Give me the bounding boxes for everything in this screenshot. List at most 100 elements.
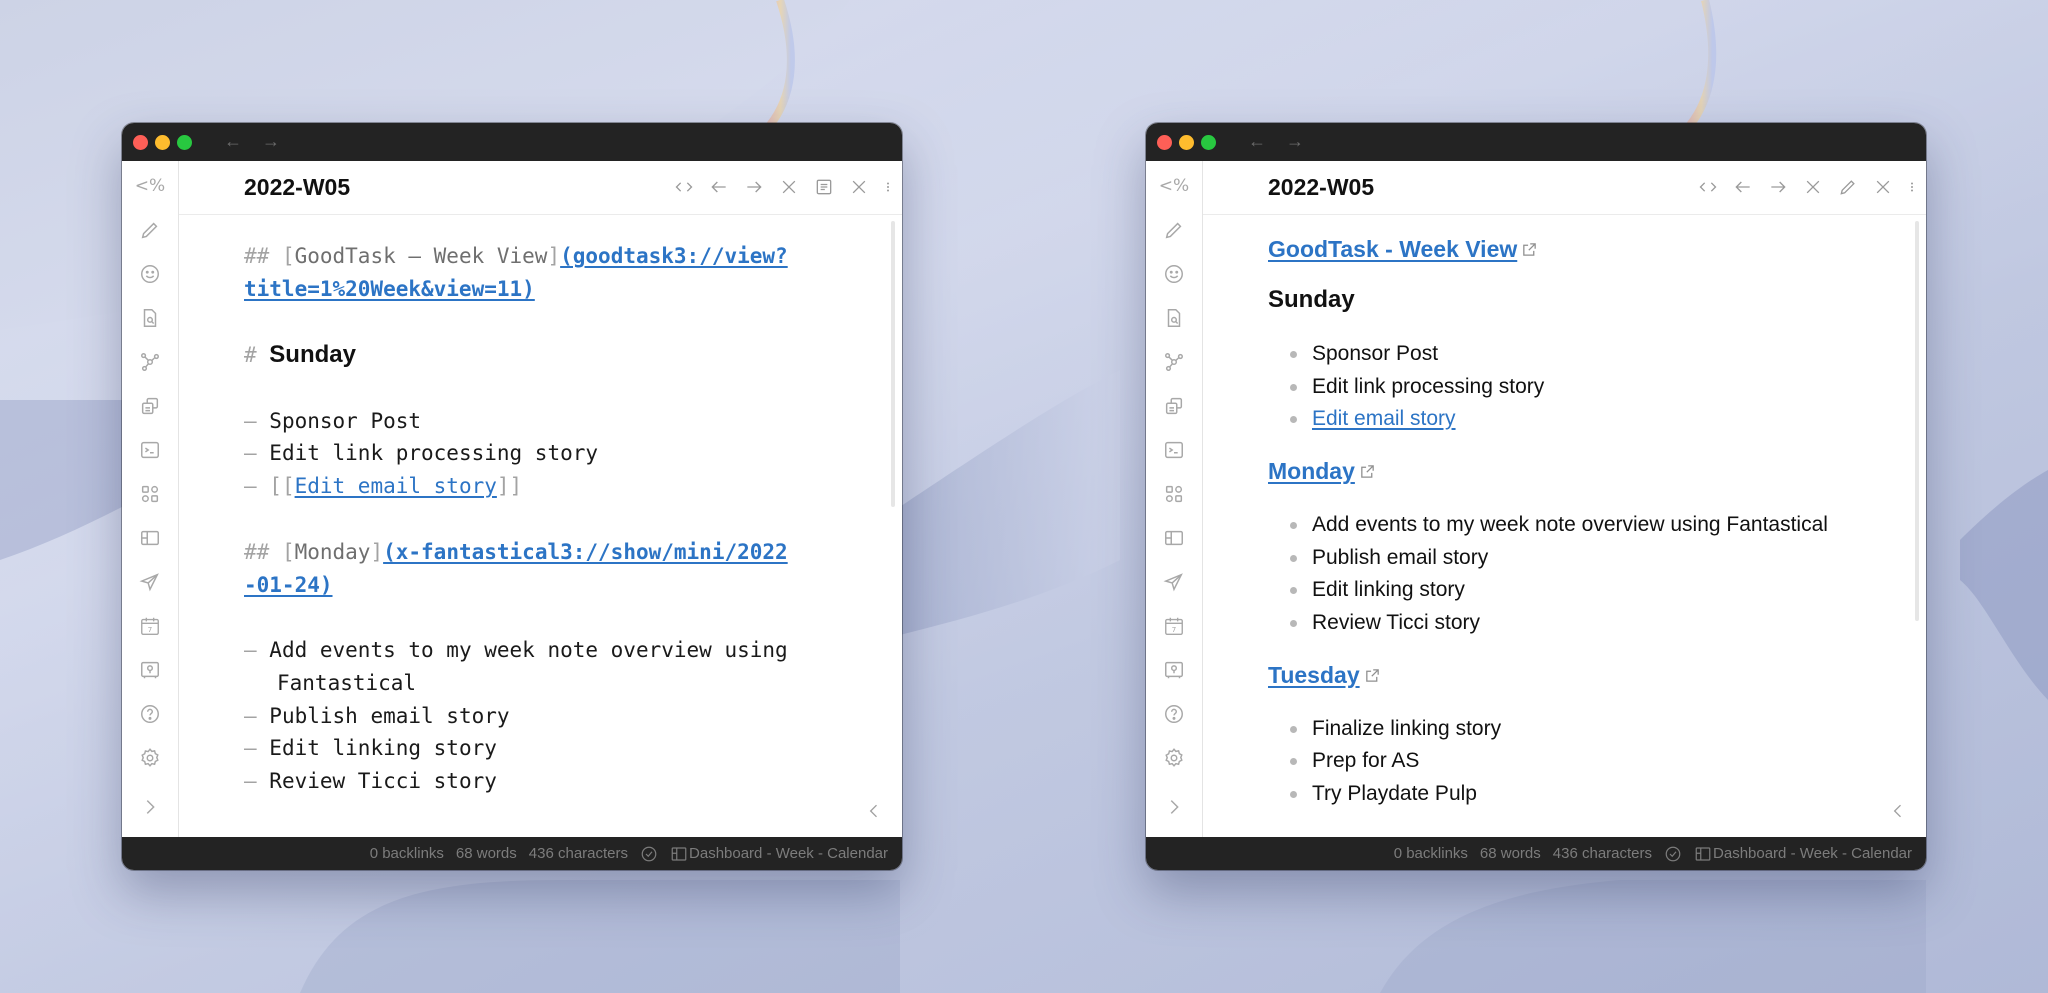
note-pane: 2022-W05 ## [GoodTask – Week View](goodt… [179, 161, 902, 837]
scrollbar[interactable] [1915, 221, 1919, 621]
bullet [1290, 555, 1297, 562]
goodtask-url-link[interactable]: (goodtask3://view? [560, 244, 788, 268]
source-line-goodtask: ## [GoodTask – Week View](goodtask3://vi… [244, 244, 788, 268]
source-line-monday: ## [Monday](x-fantastical3://show/mini/2… [244, 540, 788, 564]
file-search-icon[interactable] [138, 306, 162, 330]
maximize-window-button[interactable] [1201, 135, 1216, 150]
close-pane-icon[interactable] [847, 175, 871, 199]
list-item: – Publish email story [244, 704, 510, 728]
close-icon[interactable] [777, 175, 801, 199]
fantastical-url-link[interactable]: (x-fantastical3://show/mini/2022 [383, 540, 788, 564]
note-header: 2022-W05 [179, 161, 902, 215]
arrow-left-icon[interactable] [707, 175, 731, 199]
wikilink-edit-email-story[interactable]: Edit email story [295, 474, 497, 498]
smiley-icon[interactable] [1162, 262, 1186, 286]
close-icon[interactable] [1801, 175, 1825, 199]
copy-icon[interactable] [1162, 394, 1186, 418]
code-toggle-icon[interactable] [1696, 175, 1720, 199]
list-item: Finalize linking story [1290, 714, 1501, 744]
bullet [1290, 791, 1297, 798]
send-icon[interactable] [1162, 570, 1186, 594]
terminal-icon[interactable] [1162, 438, 1186, 462]
smiley-icon[interactable] [138, 262, 162, 286]
goodtask-week-view-link[interactable]: GoodTask - Week View [1268, 236, 1517, 262]
bullet [1290, 522, 1297, 529]
heading-goodtask: GoodTask - Week View [1268, 234, 1538, 266]
goodtask-url-link-cont[interactable]: title=1%20Week&view=11) [244, 277, 535, 301]
expand-sidebar-icon[interactable] [138, 795, 162, 819]
nav-back-button[interactable]: ← [224, 131, 242, 151]
word-count: 68 words [1479, 845, 1541, 862]
external-link-icon [1359, 459, 1376, 478]
layout-icon [670, 845, 688, 863]
monday-link[interactable]: Monday [1268, 458, 1355, 484]
workspace-layout-button[interactable]: Dashboard - Week - Calendar [670, 845, 888, 863]
list-item: Edit link processing story [1290, 372, 1544, 402]
reading-view-icon[interactable] [812, 175, 836, 199]
arrow-right-icon[interactable] [742, 175, 766, 199]
more-options-icon[interactable] [882, 175, 894, 199]
settings-icon[interactable] [1162, 746, 1186, 770]
pencil-icon[interactable] [138, 218, 162, 242]
bullet [1290, 758, 1297, 765]
ribbon-sidebar: <% 7 [1146, 161, 1203, 837]
code-toggle-icon[interactable] [672, 175, 696, 199]
nav-forward-button[interactable]: → [262, 131, 280, 151]
editor-window-source: ← → <% 7 2022-W05 ## [GoodTask – Week Vi… [122, 123, 902, 870]
fantastical-url-link-cont[interactable]: -01-24) [244, 573, 333, 597]
edit-pencil-icon[interactable] [1836, 175, 1860, 199]
source-heading-sunday: # Sunday [244, 341, 356, 368]
close-pane-icon[interactable] [1871, 175, 1895, 199]
arrow-right-icon[interactable] [1766, 175, 1790, 199]
minimize-window-button[interactable] [155, 135, 170, 150]
apps-icon[interactable] [1162, 482, 1186, 506]
calendar-icon[interactable]: 7 [138, 614, 162, 638]
minimize-window-button[interactable] [1179, 135, 1194, 150]
titlebar: ← → [122, 123, 902, 161]
list-item: – Review Ticci story [244, 769, 497, 793]
send-icon[interactable] [138, 570, 162, 594]
workspace-layout-button[interactable]: Dashboard - Week - Calendar [1694, 845, 1912, 863]
tuesday-link[interactable]: Tuesday [1268, 662, 1360, 688]
collapse-right-panel-icon[interactable] [864, 801, 884, 821]
scrollbar[interactable] [891, 221, 895, 507]
nav-back-button[interactable]: ← [1248, 131, 1266, 151]
sync-check-icon[interactable] [1664, 845, 1682, 863]
terminal-icon[interactable] [138, 438, 162, 462]
heading-sunday: Sunday [1268, 286, 1355, 313]
backlinks-count[interactable]: 0 backlinks [370, 845, 444, 862]
status-bar: 0 backlinks 68 words 436 characters Dash… [1146, 837, 1926, 870]
arrow-left-icon[interactable] [1731, 175, 1755, 199]
expand-sidebar-icon[interactable] [1162, 795, 1186, 819]
apps-icon[interactable] [138, 482, 162, 506]
sync-check-icon[interactable] [640, 845, 658, 863]
more-options-icon[interactable] [1906, 175, 1918, 199]
ribbon-sidebar: <% 7 [122, 161, 179, 837]
vault-icon[interactable] [1162, 658, 1186, 682]
bullet [1290, 351, 1297, 358]
vault-icon[interactable] [138, 658, 162, 682]
templater-icon[interactable]: <% [1159, 174, 1189, 198]
graph-icon[interactable] [138, 350, 162, 374]
settings-icon[interactable] [138, 746, 162, 770]
calendar-icon[interactable]: 7 [1162, 614, 1186, 638]
list-item: – Edit linking story [244, 736, 497, 760]
titlebar: ← → [1146, 123, 1926, 161]
close-window-button[interactable] [1157, 135, 1172, 150]
pencil-icon[interactable] [1162, 218, 1186, 242]
graph-icon[interactable] [1162, 350, 1186, 374]
layout-icon[interactable] [138, 526, 162, 550]
layout-icon[interactable] [1162, 526, 1186, 550]
templater-icon[interactable]: <% [135, 174, 165, 198]
help-icon[interactable] [138, 702, 162, 726]
help-icon[interactable] [1162, 702, 1186, 726]
copy-icon[interactable] [138, 394, 162, 418]
close-window-button[interactable] [133, 135, 148, 150]
bullet [1290, 384, 1297, 391]
collapse-right-panel-icon[interactable] [1888, 801, 1908, 821]
maximize-window-button[interactable] [177, 135, 192, 150]
nav-forward-button[interactable]: → [1286, 131, 1304, 151]
backlinks-count[interactable]: 0 backlinks [1394, 845, 1468, 862]
file-search-icon[interactable] [1162, 306, 1186, 330]
edit-email-story-link[interactable]: Edit email story [1312, 407, 1456, 430]
